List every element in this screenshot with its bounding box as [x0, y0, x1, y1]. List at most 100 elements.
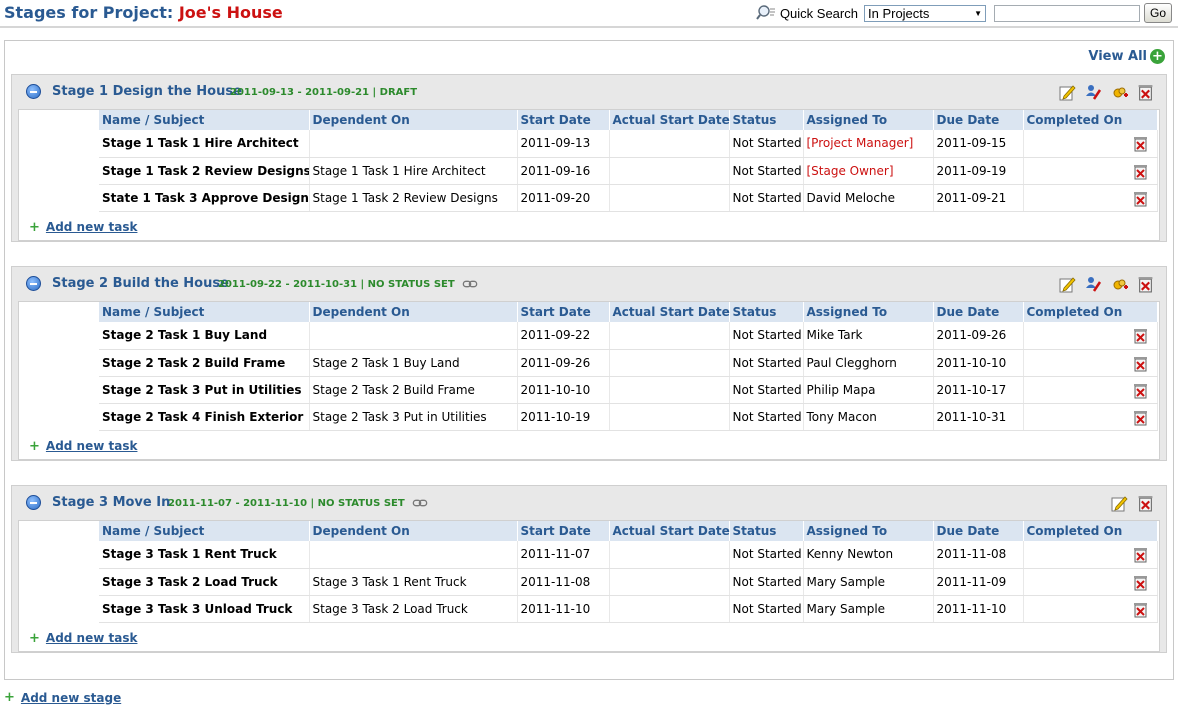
- dependent-on: Stage 3 Task 2 Load Truck: [309, 595, 518, 623]
- stage-2: Stage 2 Build the House 2011-09-22 - 201…: [11, 266, 1167, 461]
- search-scope-select[interactable]: In Projects ▼: [863, 4, 986, 22]
- column-header: Completed On: [1023, 521, 1158, 541]
- task-name-cell: Stage 2 Task 1 Buy Land: [99, 322, 310, 350]
- task-name[interactable]: Stage 2 Task 3 Put in Utilities: [102, 383, 302, 397]
- table-row: Stage 1 Task 1 Hire Architect 2011-09-13…: [99, 130, 1158, 158]
- add-task-icon[interactable]: [1111, 276, 1128, 293]
- column-header: Status: [729, 521, 804, 541]
- view-all-label: View All: [1088, 49, 1147, 64]
- add-task-icon[interactable]: [1111, 84, 1128, 101]
- project-name: Joe's House: [178, 3, 283, 22]
- stage-actions: [1111, 495, 1154, 512]
- dependent-on: Stage 2 Task 2 Build Frame: [309, 376, 518, 404]
- delete-task-icon[interactable]: [1133, 164, 1148, 180]
- delete-task-icon[interactable]: [1133, 136, 1148, 152]
- go-button[interactable]: Go: [1143, 3, 1172, 23]
- task-name[interactable]: Stage 2 Task 2 Build Frame: [102, 356, 285, 370]
- task-status: Not Started: [729, 130, 804, 158]
- completed-on: [1023, 322, 1158, 350]
- task-status: Not Started: [729, 568, 804, 596]
- assigned-to: [Project Manager]: [803, 130, 934, 158]
- plus-icon: +: [4, 690, 15, 705]
- stage-body: Name / Subject Dependent On Start Date Actu…: [18, 520, 1160, 652]
- add-task-link[interactable]: Add new task: [46, 220, 138, 234]
- add-task-link[interactable]: Add new task: [46, 439, 138, 453]
- stage-1: Stage 1 Design the House 2011-09-13 - 20…: [11, 74, 1167, 242]
- task-name[interactable]: Stage 3 Task 1 Rent Truck: [102, 547, 277, 561]
- due-date: 2011-09-26: [933, 322, 1024, 350]
- column-header: Dependent On: [309, 521, 518, 541]
- actual-start-date: [609, 184, 730, 212]
- dependent-on: [309, 541, 518, 569]
- table-row: Stage 2 Task 2 Build Frame Stage 2 Task …: [99, 349, 1158, 377]
- edit-icon[interactable]: [1111, 495, 1128, 512]
- actual-start-date: [609, 130, 730, 158]
- actual-start-date: [609, 349, 730, 377]
- delete-task-icon[interactable]: [1133, 575, 1148, 591]
- collapse-icon[interactable]: [26, 84, 41, 99]
- column-header: Status: [729, 110, 804, 130]
- add-stage-link[interactable]: Add new stage: [21, 691, 121, 705]
- due-date: 2011-09-15: [933, 130, 1024, 158]
- assign-icon[interactable]: [1085, 276, 1102, 293]
- table-row: Stage 2 Task 3 Put in Utilities Stage 2 …: [99, 376, 1158, 404]
- stage-header: Stage 2 Build the House 2011-09-22 - 201…: [12, 267, 1166, 301]
- stage-meta: 2011-11-07 - 2011-11-10 | NO STATUS SET: [168, 498, 429, 509]
- edit-icon[interactable]: [1059, 84, 1076, 101]
- task-name-cell: Stage 3 Task 2 Load Truck: [99, 568, 310, 596]
- column-header: Completed On: [1023, 110, 1158, 130]
- completed-on: [1023, 349, 1158, 377]
- assigned-to: Tony Macon: [803, 403, 934, 431]
- task-table: Name / Subject Dependent On Start Date Actu…: [99, 521, 1158, 623]
- task-name[interactable]: Stage 1 Task 2 Review Designs: [102, 164, 308, 178]
- delete-task-icon[interactable]: [1133, 602, 1148, 618]
- column-header: Assigned To: [803, 110, 934, 130]
- delete-task-icon[interactable]: [1133, 547, 1148, 563]
- delete-icon[interactable]: [1137, 84, 1154, 101]
- start-date: 2011-09-20: [517, 184, 610, 212]
- delete-task-icon[interactable]: [1133, 328, 1148, 344]
- task-name[interactable]: State 1 Task 3 Approve Design: [102, 191, 308, 205]
- view-all-link[interactable]: View All +: [1088, 49, 1165, 64]
- delete-icon[interactable]: [1137, 495, 1154, 512]
- add-task-link[interactable]: Add new task: [46, 631, 138, 645]
- edit-icon[interactable]: [1059, 276, 1076, 293]
- task-name[interactable]: Stage 3 Task 2 Load Truck: [102, 575, 278, 589]
- dependent-on: Stage 2 Task 1 Buy Land: [309, 349, 518, 377]
- start-date: 2011-11-07: [517, 541, 610, 569]
- delete-task-icon[interactable]: [1133, 383, 1148, 399]
- assigned-to: Mary Sample: [803, 568, 934, 596]
- delete-task-icon[interactable]: [1133, 191, 1148, 207]
- start-date: 2011-11-10: [517, 595, 610, 623]
- due-date: 2011-10-31: [933, 403, 1024, 431]
- dependent-on: Stage 1 Task 1 Hire Architect: [309, 157, 518, 185]
- table-row: Stage 3 Task 1 Rent Truck 2011-11-07 Not…: [99, 541, 1158, 569]
- due-date: 2011-11-08: [933, 541, 1024, 569]
- assigned-to: [Stage Owner]: [803, 157, 934, 185]
- task-name[interactable]: Stage 1 Task 1 Hire Architect: [102, 136, 299, 150]
- plus-icon: +: [29, 630, 40, 646]
- assign-icon[interactable]: [1085, 84, 1102, 101]
- table-row: Stage 2 Task 4 Finish Exterior Stage 2 T…: [99, 403, 1158, 431]
- stage-meta: 2011-09-22 - 2011-10-31 | NO STATUS SET: [218, 279, 479, 290]
- collapse-icon[interactable]: [26, 495, 41, 510]
- task-name-cell: Stage 3 Task 3 Unload Truck: [99, 595, 310, 623]
- search-input[interactable]: [993, 4, 1140, 22]
- stage-name[interactable]: Stage 2 Build the House: [52, 276, 229, 291]
- column-header: Start Date: [517, 302, 610, 322]
- task-name[interactable]: Stage 2 Task 4 Finish Exterior: [102, 410, 303, 424]
- stage-name[interactable]: Stage 3 Move In: [52, 495, 170, 510]
- column-header: Due Date: [933, 110, 1024, 130]
- collapse-icon[interactable]: [26, 276, 41, 291]
- column-header: Actual Start Date: [609, 110, 730, 130]
- delete-task-icon[interactable]: [1133, 356, 1148, 372]
- stage-name[interactable]: Stage 1 Design the House: [52, 84, 242, 99]
- delete-task-icon[interactable]: [1133, 410, 1148, 426]
- column-header: Due Date: [933, 521, 1024, 541]
- task-name[interactable]: Stage 2 Task 1 Buy Land: [102, 328, 267, 342]
- actual-start-date: [609, 322, 730, 350]
- search-scope-value: In Projects: [867, 5, 930, 21]
- column-header: Assigned To: [803, 521, 934, 541]
- task-name[interactable]: Stage 3 Task 3 Unload Truck: [102, 602, 292, 616]
- delete-icon[interactable]: [1137, 276, 1154, 293]
